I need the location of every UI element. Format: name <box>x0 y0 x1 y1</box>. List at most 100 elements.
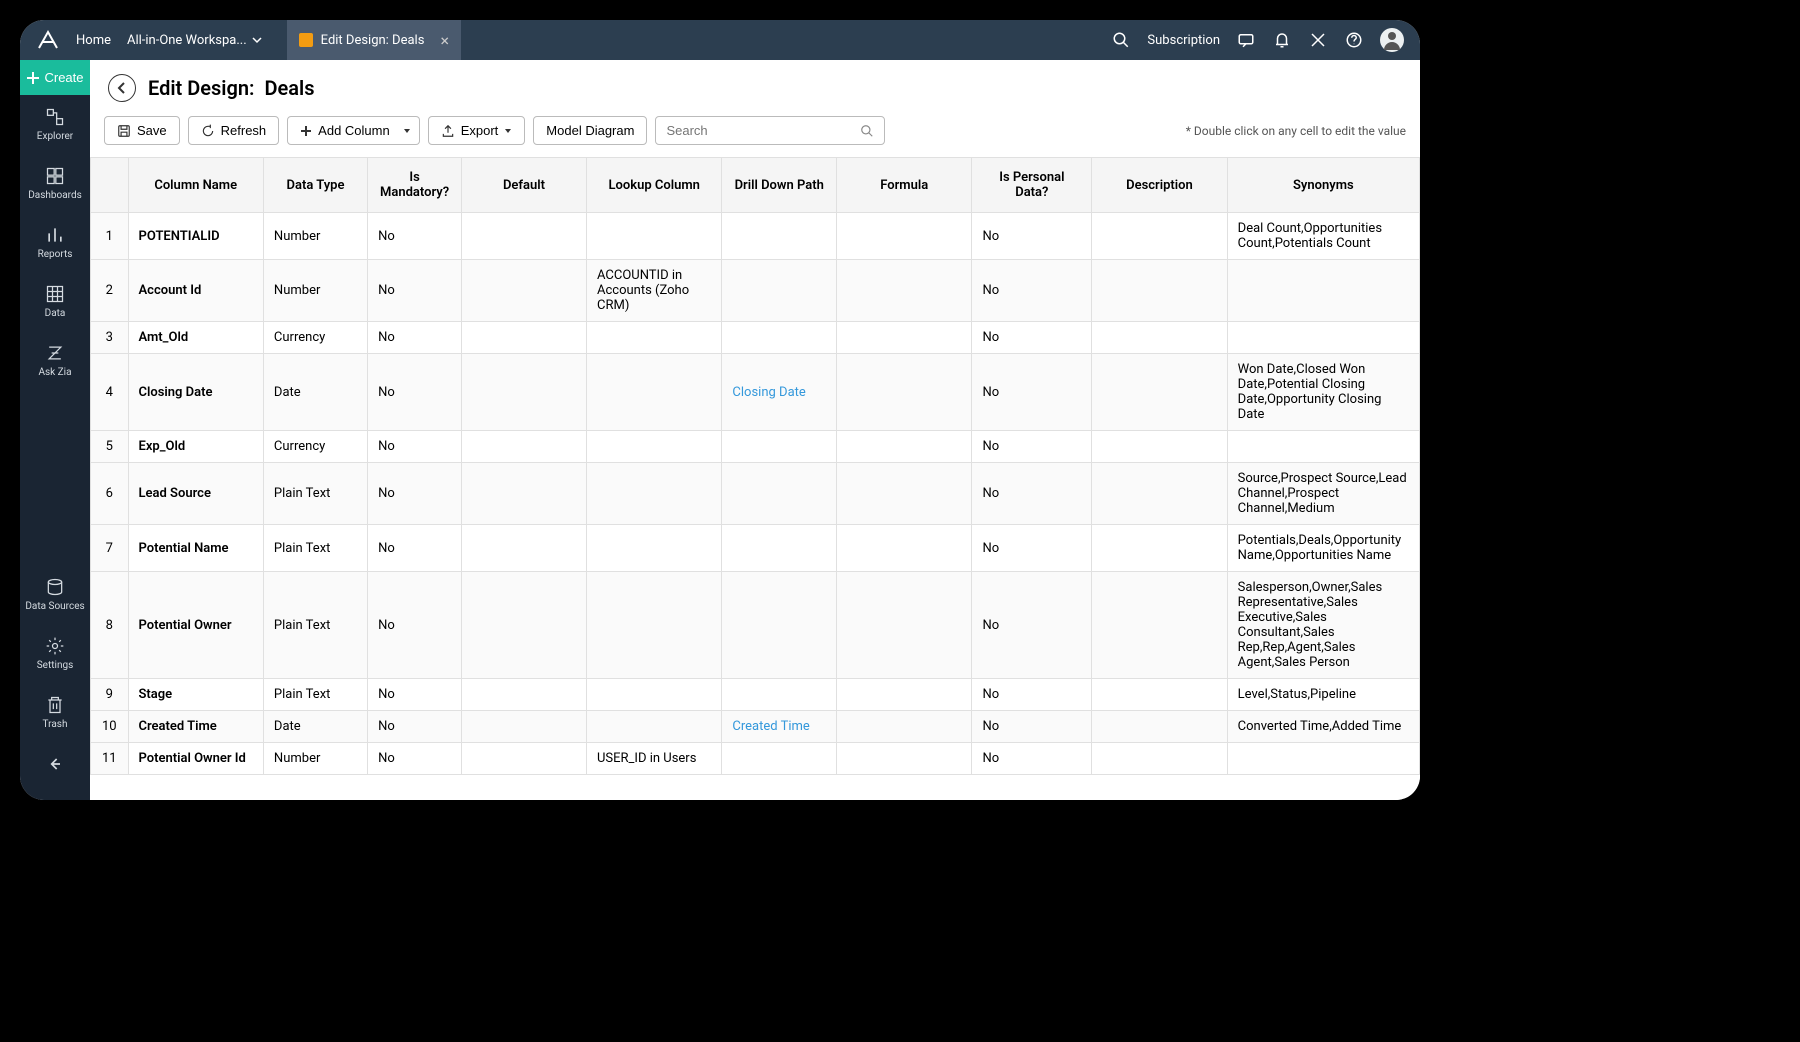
cell-default[interactable] <box>462 679 587 711</box>
model-diagram-button[interactable]: Model Diagram <box>533 116 647 145</box>
cell-lookup[interactable] <box>587 572 722 679</box>
cell-personal[interactable]: No <box>972 463 1092 525</box>
cell-column-name[interactable]: POTENTIALID <box>128 213 263 260</box>
cell-personal[interactable]: No <box>972 260 1092 322</box>
cell-data-type[interactable]: Date <box>263 354 367 431</box>
active-tab[interactable]: Edit Design: Deals × <box>287 20 461 60</box>
cell-description[interactable] <box>1092 711 1227 743</box>
cell-drill[interactable] <box>722 463 837 525</box>
cell-description[interactable] <box>1092 431 1227 463</box>
cell-formula[interactable] <box>837 679 972 711</box>
cell-mandatory[interactable]: No <box>368 572 462 679</box>
sidebar-collapse[interactable] <box>20 742 90 790</box>
cell-column-name[interactable]: Potential Name <box>128 525 263 572</box>
cell-drill[interactable] <box>722 431 837 463</box>
cell-data-type[interactable]: Number <box>263 743 367 775</box>
header-synonyms[interactable]: Synonyms <box>1227 158 1419 213</box>
cell-drill[interactable] <box>722 743 837 775</box>
cell-mandatory[interactable]: No <box>368 322 462 354</box>
table-row[interactable]: 8Potential OwnerPlain TextNoNoSalesperso… <box>91 572 1420 679</box>
cell-synonyms[interactable]: Salesperson,Owner,Sales Representative,S… <box>1227 572 1419 679</box>
cell-lookup[interactable] <box>587 322 722 354</box>
sidebar-item-trash[interactable]: Trash <box>20 683 90 742</box>
cell-mandatory[interactable]: No <box>368 711 462 743</box>
sidebar-item-explorer[interactable]: Explorer <box>20 95 90 154</box>
search-icon[interactable] <box>1111 30 1131 50</box>
cell-data-type[interactable]: Number <box>263 213 367 260</box>
header-description[interactable]: Description <box>1092 158 1227 213</box>
cell-data-type[interactable]: Plain Text <box>263 572 367 679</box>
cell-description[interactable] <box>1092 525 1227 572</box>
cell-drill[interactable] <box>722 213 837 260</box>
chat-icon[interactable] <box>1236 30 1256 50</box>
cell-lookup[interactable] <box>587 431 722 463</box>
cell-formula[interactable] <box>837 743 972 775</box>
cell-default[interactable] <box>462 354 587 431</box>
cell-synonyms[interactable] <box>1227 322 1419 354</box>
search-input[interactable] <box>666 123 860 138</box>
create-button[interactable]: Create <box>20 60 90 95</box>
cell-data-type[interactable]: Date <box>263 711 367 743</box>
cell-mandatory[interactable]: No <box>368 525 462 572</box>
cell-description[interactable] <box>1092 213 1227 260</box>
cell-default[interactable] <box>462 260 587 322</box>
cell-mandatory[interactable]: No <box>368 213 462 260</box>
cell-data-type[interactable]: Number <box>263 260 367 322</box>
cell-lookup[interactable] <box>587 525 722 572</box>
cell-mandatory[interactable]: No <box>368 354 462 431</box>
cell-description[interactable] <box>1092 354 1227 431</box>
cell-data-type[interactable]: Currency <box>263 322 367 354</box>
cell-personal[interactable]: No <box>972 679 1092 711</box>
cell-mandatory[interactable]: No <box>368 679 462 711</box>
back-button[interactable] <box>108 74 136 102</box>
cell-personal[interactable]: No <box>972 525 1092 572</box>
drill-link[interactable]: Created Time <box>732 719 809 734</box>
subscription-link[interactable]: Subscription <box>1147 33 1220 48</box>
cell-default[interactable] <box>462 463 587 525</box>
cell-column-name[interactable]: Potential Owner Id <box>128 743 263 775</box>
table-row[interactable]: 7Potential NamePlain TextNoNoPotentials,… <box>91 525 1420 572</box>
sidebar-item-dashboards[interactable]: Dashboards <box>20 154 90 213</box>
cell-column-name[interactable]: Lead Source <box>128 463 263 525</box>
cell-formula[interactable] <box>837 322 972 354</box>
cell-lookup[interactable]: USER_ID in Users <box>587 743 722 775</box>
cell-synonyms[interactable] <box>1227 260 1419 322</box>
header-mandatory[interactable]: Is Mandatory? <box>368 158 462 213</box>
cell-lookup[interactable] <box>587 354 722 431</box>
cell-personal[interactable]: No <box>972 322 1092 354</box>
cell-column-name[interactable]: Exp_Old <box>128 431 263 463</box>
cell-default[interactable] <box>462 322 587 354</box>
close-tab-icon[interactable]: × <box>440 31 449 50</box>
cell-synonyms[interactable] <box>1227 431 1419 463</box>
cell-lookup[interactable] <box>587 213 722 260</box>
cell-drill[interactable]: Closing Date <box>722 354 837 431</box>
search-box[interactable] <box>655 116 885 145</box>
cell-mandatory[interactable]: No <box>368 260 462 322</box>
table-row[interactable]: 2Account IdNumberNoACCOUNTID in Accounts… <box>91 260 1420 322</box>
cell-default[interactable] <box>462 743 587 775</box>
user-avatar[interactable] <box>1380 28 1404 52</box>
header-column-name[interactable]: Column Name <box>128 158 263 213</box>
cell-data-type[interactable]: Plain Text <box>263 525 367 572</box>
cell-lookup[interactable] <box>587 463 722 525</box>
cell-data-type[interactable]: Plain Text <box>263 463 367 525</box>
cell-description[interactable] <box>1092 743 1227 775</box>
cell-synonyms[interactable]: Converted Time,Added Time <box>1227 711 1419 743</box>
table-row[interactable]: 3Amt_OldCurrencyNoNo <box>91 322 1420 354</box>
cell-personal[interactable]: No <box>972 213 1092 260</box>
add-column-button[interactable]: Add Column <box>287 116 403 145</box>
add-column-dropdown[interactable] <box>395 116 420 145</box>
cell-drill[interactable] <box>722 322 837 354</box>
cell-description[interactable] <box>1092 572 1227 679</box>
cell-synonyms[interactable]: Level,Status,Pipeline <box>1227 679 1419 711</box>
cell-default[interactable] <box>462 572 587 679</box>
bell-icon[interactable] <box>1272 30 1292 50</box>
cell-default[interactable] <box>462 711 587 743</box>
sidebar-item-data[interactable]: Data <box>20 272 90 331</box>
refresh-button[interactable]: Refresh <box>188 116 280 145</box>
app-logo-icon[interactable] <box>36 28 60 52</box>
export-button[interactable]: Export <box>428 116 526 145</box>
table-row[interactable]: 5Exp_OldCurrencyNoNo <box>91 431 1420 463</box>
cell-column-name[interactable]: Potential Owner <box>128 572 263 679</box>
cell-data-type[interactable]: Plain Text <box>263 679 367 711</box>
